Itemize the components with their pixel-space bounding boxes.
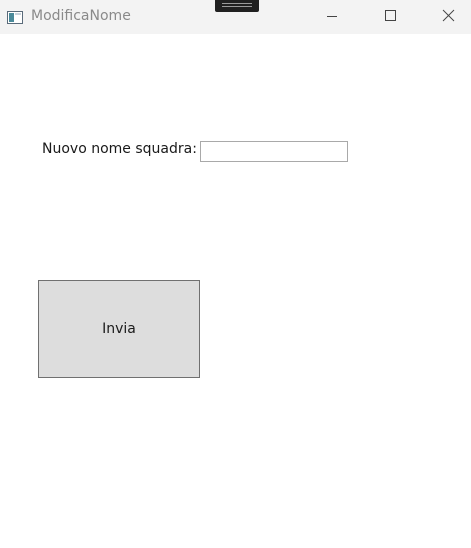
minimize-button[interactable] <box>303 0 361 34</box>
submit-button[interactable]: Invia <box>38 280 200 378</box>
window-title: ModificaNome <box>31 8 131 24</box>
close-button[interactable] <box>419 0 471 34</box>
team-name-input[interactable] <box>200 141 348 162</box>
snap-layout-handle[interactable] <box>215 0 259 12</box>
maximize-button[interactable] <box>361 0 419 34</box>
app-window: ModificaNome Nuovo nome squadra: Invia <box>0 0 471 548</box>
team-name-label: Nuovo nome squadra: <box>42 141 197 157</box>
app-window-icon <box>7 9 23 24</box>
title-bar[interactable]: ModificaNome <box>0 0 471 34</box>
